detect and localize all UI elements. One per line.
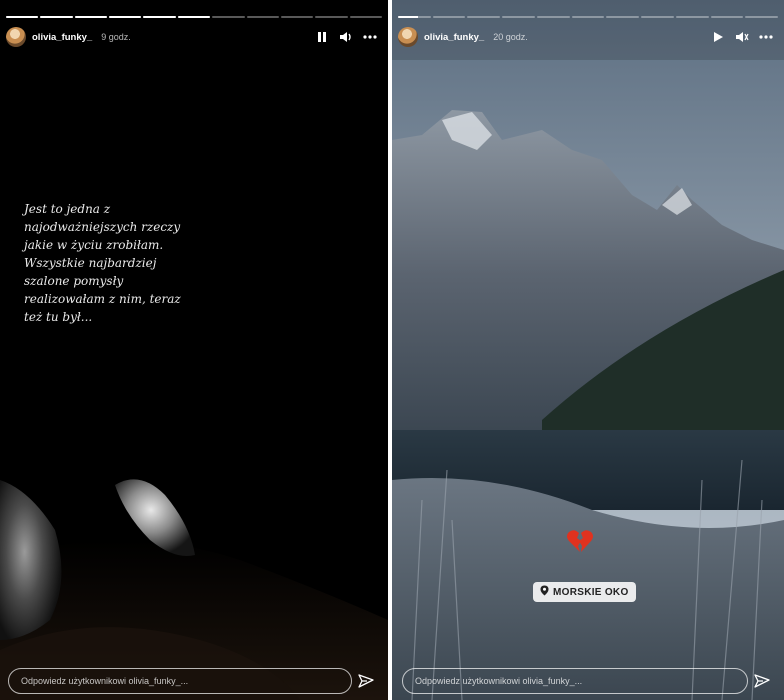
- story-background-left: [0, 0, 388, 700]
- progress-segment: [109, 16, 142, 18]
- progress-segment: [745, 16, 779, 18]
- progress-segment: [74, 16, 108, 18]
- location-pin-icon: [540, 585, 549, 599]
- broken-heart-icon: [566, 528, 594, 554]
- timestamp: 20 godz.: [493, 32, 528, 42]
- progress-segment: [675, 16, 709, 18]
- send-icon[interactable]: [753, 672, 771, 690]
- more-icon[interactable]: [360, 27, 380, 47]
- send-icon[interactable]: [357, 672, 375, 690]
- avatar[interactable]: [6, 27, 26, 47]
- progress-segment: [432, 16, 466, 18]
- progress-segment: [571, 16, 605, 18]
- progress-segment: [710, 16, 744, 18]
- progress-segment: [212, 16, 245, 18]
- story-header: olivia_funky_ 20 godz.: [398, 26, 776, 48]
- avatar[interactable]: [398, 27, 418, 47]
- progress-segment: [536, 16, 570, 18]
- story-left[interactable]: olivia_funky_ 9 godz. Jest to jedna z na…: [0, 0, 388, 700]
- reply-placeholder: Odpowiedz użytkownikowi olivia_funky_...: [415, 676, 583, 686]
- caption-line: jakie w życiu zrobiłam.: [24, 238, 164, 252]
- reply-input[interactable]: Odpowiedz użytkownikowi olivia_funky_...: [402, 668, 748, 694]
- progress-bar: [6, 16, 382, 18]
- caption-line: też tu był...: [24, 310, 93, 324]
- progress-segment: [246, 16, 279, 18]
- progress-bar: [398, 16, 779, 18]
- progress-segment: [398, 16, 431, 18]
- progress-segment: [467, 16, 501, 18]
- progress-segment: [502, 16, 535, 18]
- progress-segment: [315, 16, 348, 18]
- volume-icon[interactable]: [336, 27, 356, 47]
- caption-line: szalone pomysły: [24, 274, 124, 288]
- progress-segment: [349, 16, 382, 18]
- story-header: olivia_funky_ 9 godz.: [6, 26, 380, 48]
- progress-segment: [280, 16, 314, 18]
- more-icon[interactable]: [756, 27, 776, 47]
- location-label: MORSKIE OKO: [553, 586, 629, 598]
- play-icon[interactable]: [708, 27, 728, 47]
- volume-icon[interactable]: [732, 27, 752, 47]
- progress-segment: [40, 16, 73, 18]
- caption-line: najodważniejszych rzeczy: [24, 220, 181, 234]
- reply-placeholder: Odpowiedz użytkownikowi olivia_funky_...: [21, 676, 189, 686]
- timestamp: 9 godz.: [101, 32, 131, 42]
- caption-line: realizowałam z nim, teraz: [24, 292, 181, 306]
- caption-line: Wszystkie najbardziej: [24, 256, 157, 270]
- username[interactable]: olivia_funky_: [32, 32, 92, 43]
- reply-input[interactable]: Odpowiedz użytkownikowi olivia_funky_...: [8, 668, 352, 694]
- location-sticker[interactable]: MORSKIE OKO: [533, 582, 636, 602]
- story-right[interactable]: olivia_funky_ 20 godz. MORSKIE OKO Odpow…: [392, 0, 784, 700]
- progress-segment: [177, 16, 211, 18]
- story-caption: Jest to jedna z najodważniejszych rzeczy…: [24, 200, 189, 326]
- progress-segment: [641, 16, 674, 18]
- progress-segment: [143, 16, 176, 18]
- username[interactable]: olivia_funky_: [424, 32, 484, 43]
- progress-segment: [6, 16, 39, 18]
- pause-icon[interactable]: [312, 27, 332, 47]
- progress-segment: [606, 16, 640, 18]
- caption-line: Jest to jedna z: [24, 202, 111, 216]
